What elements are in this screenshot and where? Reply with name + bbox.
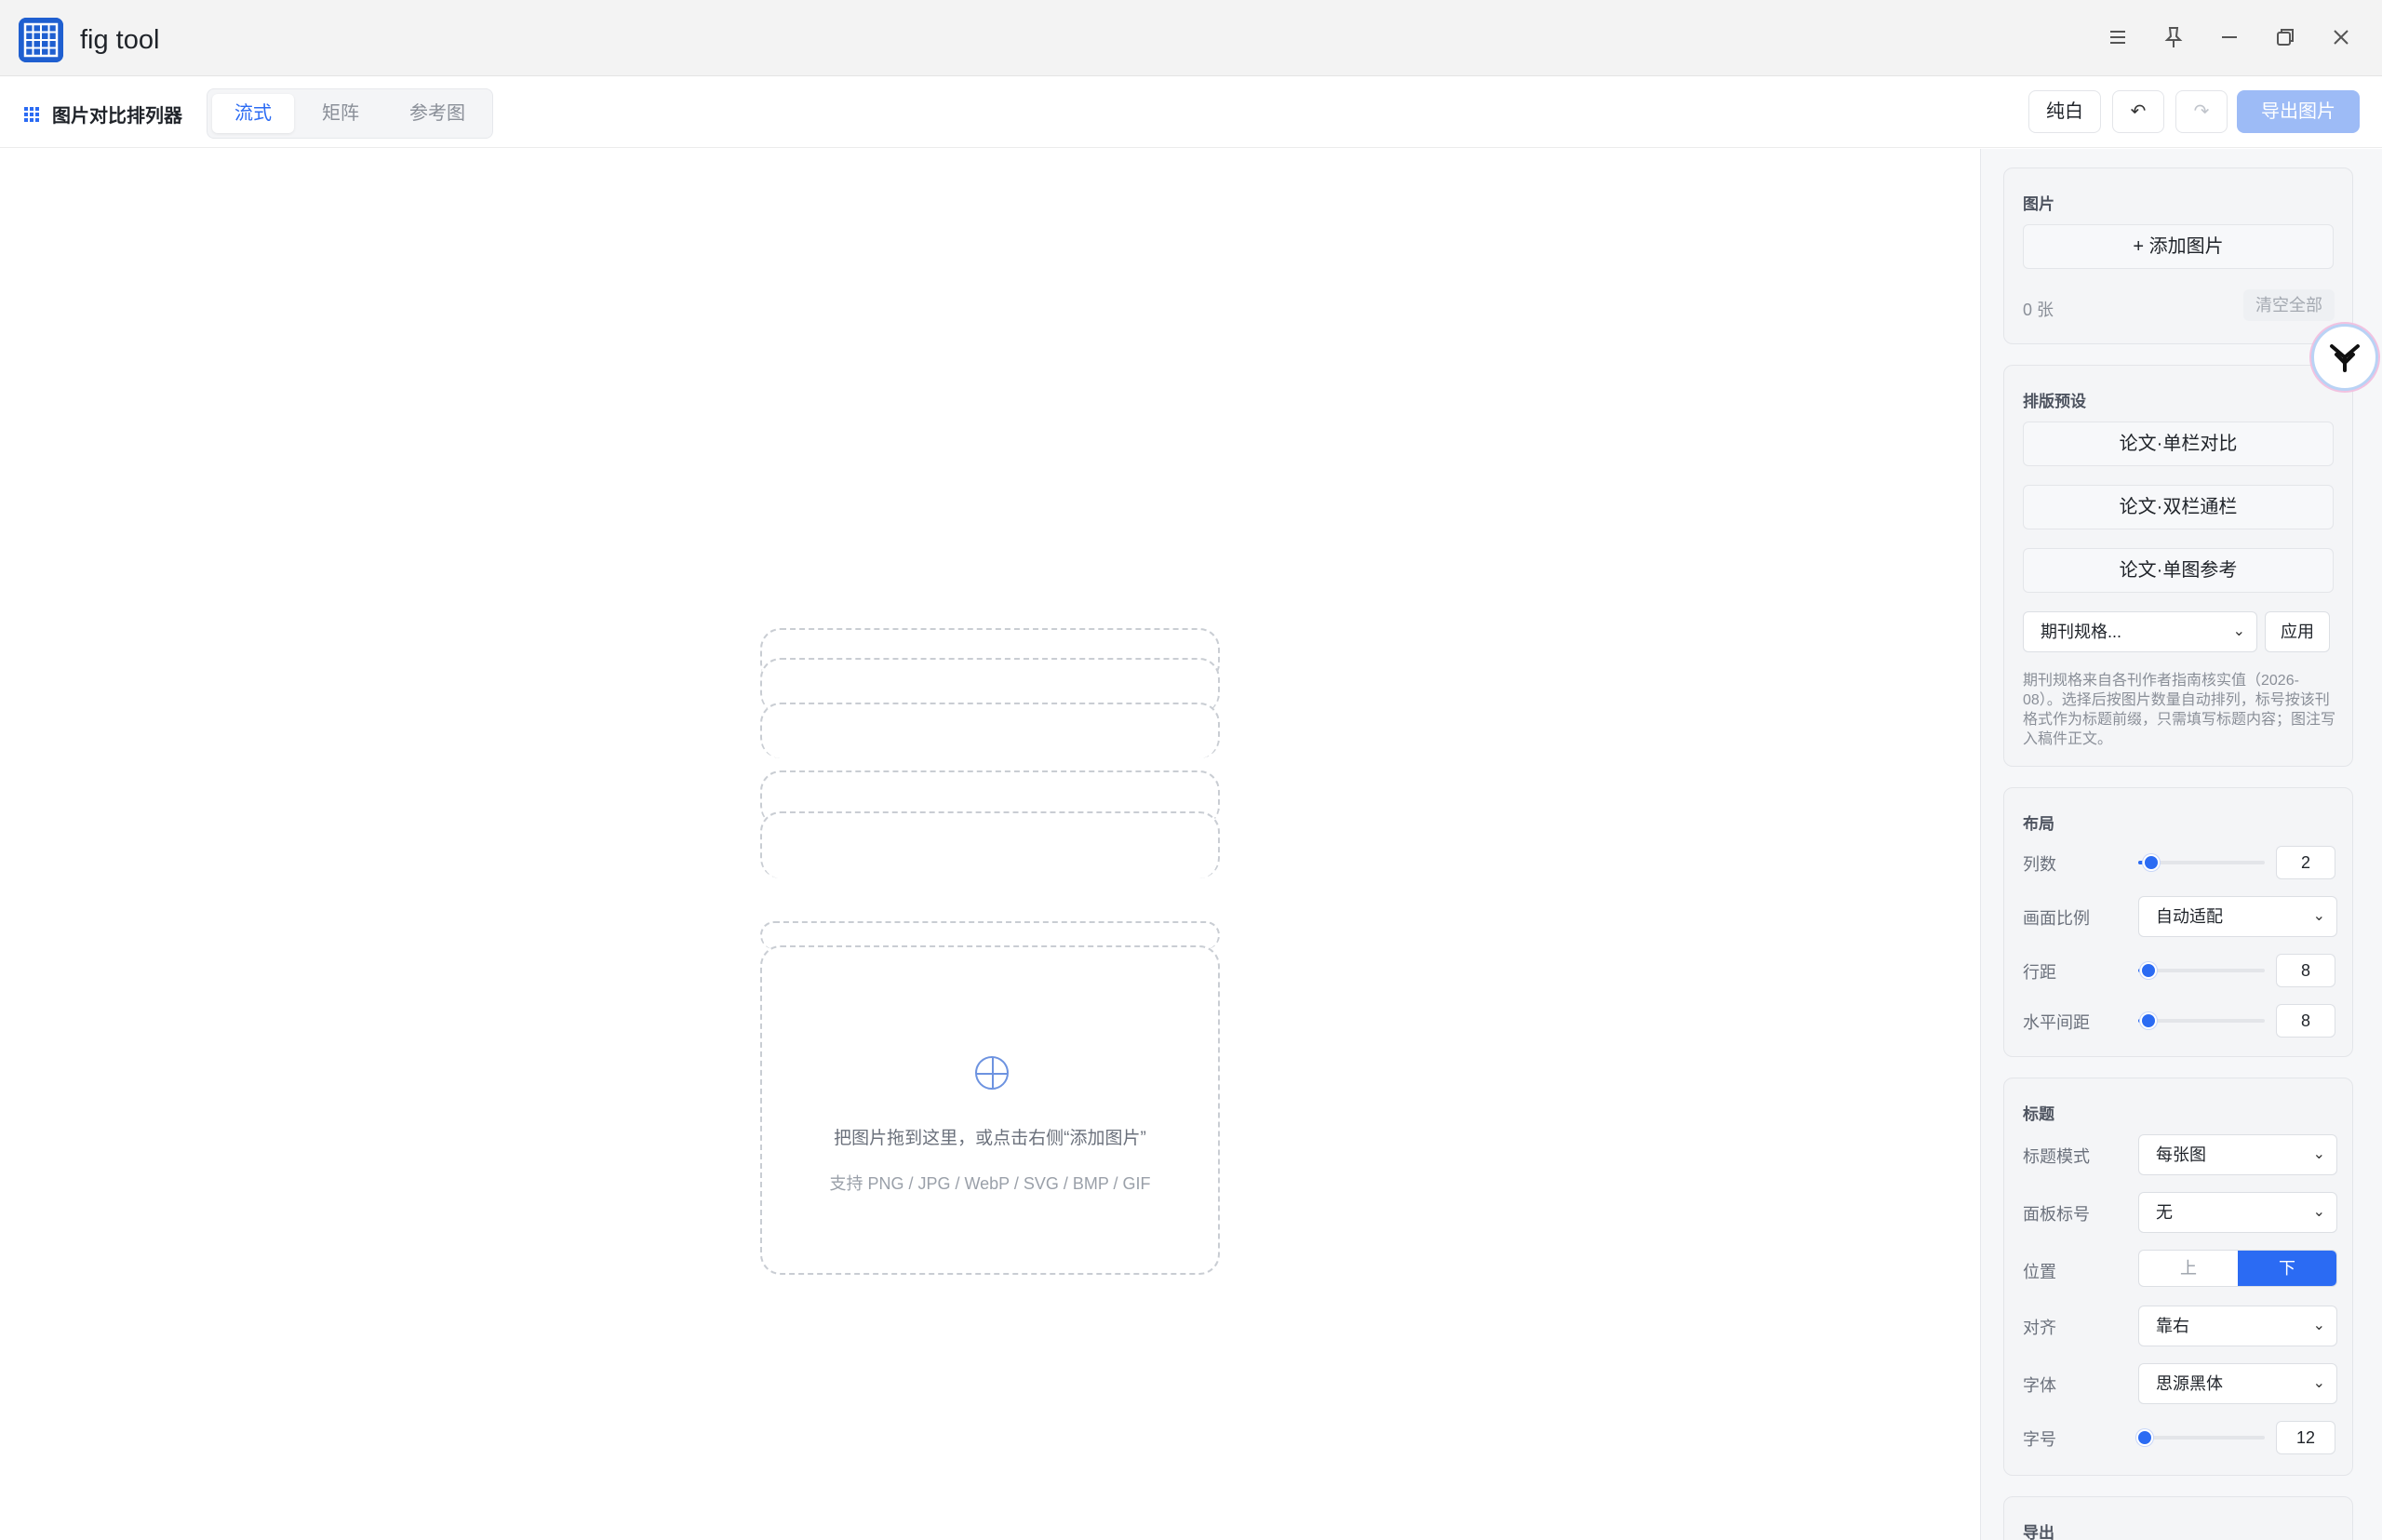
clear-all-button[interactable]: 清空全部	[2243, 289, 2335, 321]
position-bottom-option[interactable]: 下	[2238, 1251, 2336, 1286]
presets-title: 排版预设	[2023, 393, 2086, 410]
row-gap-input[interactable]: 8	[2276, 954, 2335, 987]
presets-card: 排版预设 论文·单栏对比 论文·双栏通栏 论文·单图参考 期刊规格... ⌄ 应…	[2003, 365, 2353, 767]
export-card: 导出	[2003, 1496, 2353, 1540]
chevron-down-icon: ⌄	[2312, 1318, 2325, 1333]
position-toggle: 上 下	[2138, 1250, 2337, 1287]
tab-reference[interactable]: 参考图	[387, 94, 488, 133]
caption-mode-label: 标题模式	[2023, 1147, 2090, 1166]
chevron-down-icon: ⌄	[2312, 908, 2325, 924]
add-image-button[interactable]: + 添加图片	[2023, 224, 2334, 269]
placeholder-frame	[760, 811, 1220, 878]
slider-thumb[interactable]	[2139, 962, 2157, 979]
font-select[interactable]: 思源黑体 ⌄	[2138, 1363, 2337, 1404]
font-label: 字体	[2023, 1376, 2056, 1395]
restore-icon[interactable]	[2268, 20, 2302, 54]
brand: 图片对比排列器	[24, 100, 182, 127]
app-logo-icon	[19, 18, 63, 62]
align-value: 靠右	[2156, 1317, 2189, 1335]
tab-flow[interactable]: 流式	[212, 94, 294, 133]
export-title: 导出	[2023, 1524, 2054, 1540]
chevron-down-icon: ⌄	[2232, 623, 2245, 639]
panel-label-value: 无	[2156, 1203, 2173, 1222]
background-white-button[interactable]: 纯白	[2028, 90, 2101, 133]
font-size-label: 字号	[2023, 1430, 2056, 1449]
images-title: 图片	[2023, 195, 2054, 213]
preset-single-reference-button[interactable]: 论文·单图参考	[2023, 548, 2334, 593]
column-gap-label: 水平间距	[2023, 1013, 2090, 1032]
assistant-floating-button[interactable]	[2311, 324, 2378, 391]
position-label: 位置	[2023, 1263, 2056, 1281]
columns-label: 列数	[2023, 855, 2056, 874]
brand-label: 图片对比排列器	[52, 106, 182, 127]
undo-button[interactable]: ↶	[2112, 90, 2164, 133]
columns-slider[interactable]	[2138, 854, 2265, 871]
journal-spec-note: 期刊规格来自各刊作者指南核实值（2026-08）。选择后按图片数量自动排列，标号…	[2023, 673, 2336, 747]
canvas: 把图片拖到这里，或点击右侧“添加图片” 支持 PNG / JPG / WebP …	[0, 149, 1980, 1540]
pin-icon[interactable]	[2157, 20, 2190, 54]
assistant-icon	[2330, 344, 2360, 372]
export-image-button[interactable]: 导出图片	[2237, 90, 2360, 133]
slider-thumb[interactable]	[2135, 1429, 2153, 1446]
title-bar: fig tool	[0, 0, 2382, 76]
mode-tabs: 流式 矩阵 参考图	[207, 88, 493, 139]
preset-double-column-button[interactable]: 论文·双栏通栏	[2023, 485, 2334, 529]
columns-input[interactable]: 2	[2276, 846, 2335, 879]
redo-icon: ↷	[2193, 101, 2210, 122]
journal-spec-select[interactable]: 期刊规格... ⌄	[2023, 611, 2257, 652]
column-gap-slider[interactable]	[2138, 1012, 2265, 1029]
aspect-ratio-label: 画面比例	[2023, 909, 2090, 928]
tab-matrix[interactable]: 矩阵	[300, 94, 381, 133]
placeholder-frame	[760, 703, 1220, 758]
caption-mode-value: 每张图	[2156, 1145, 2206, 1164]
panel-label-label: 面板标号	[2023, 1205, 2090, 1224]
column-gap-input[interactable]: 8	[2276, 1004, 2335, 1038]
font-value: 思源黑体	[2156, 1374, 2223, 1393]
caption-title: 标题	[2023, 1105, 2054, 1123]
menu-icon[interactable]	[2101, 20, 2134, 54]
images-card: 图片 + 添加图片 0 张 清空全部	[2003, 167, 2353, 344]
caption-mode-select[interactable]: 每张图 ⌄	[2138, 1134, 2337, 1175]
font-size-input[interactable]: 12	[2276, 1421, 2335, 1454]
grid-icon	[24, 106, 39, 122]
apply-button[interactable]: 应用	[2265, 611, 2330, 652]
layout-card: 布局 列数 2 画面比例 自动适配 ⌄ 行距 8 水平间距 8	[2003, 787, 2353, 1057]
font-size-slider[interactable]	[2135, 1429, 2265, 1446]
row-gap-slider[interactable]	[2138, 962, 2265, 979]
panel-label-select[interactable]: 无 ⌄	[2138, 1192, 2337, 1233]
journal-spec-value: 期刊规格...	[2041, 623, 2122, 641]
chevron-down-icon: ⌄	[2312, 1146, 2325, 1162]
supported-formats: 支持 PNG / JPG / WebP / SVG / BMP / GIF	[829, 1174, 1151, 1193]
drop-zone[interactable]: 把图片拖到这里，或点击右侧“添加图片” 支持 PNG / JPG / WebP …	[760, 945, 1220, 1275]
slider-thumb[interactable]	[2139, 1012, 2157, 1029]
aspect-ratio-select[interactable]: 自动适配 ⌄	[2138, 896, 2337, 937]
align-label: 对齐	[2023, 1319, 2056, 1337]
row-gap-label: 行距	[2023, 963, 2056, 982]
chevron-down-icon: ⌄	[2312, 1375, 2325, 1391]
layout-title: 布局	[2023, 815, 2054, 833]
image-count: 0 张	[2023, 301, 2054, 319]
slider-thumb[interactable]	[2142, 854, 2160, 871]
caption-card: 标题 标题模式 每张图 ⌄ 面板标号 无 ⌄ 位置 上 下 对齐 靠右 ⌄ 字体…	[2003, 1078, 2353, 1476]
close-icon[interactable]	[2324, 20, 2358, 54]
align-select[interactable]: 靠右 ⌄	[2138, 1306, 2337, 1346]
app-title: fig tool	[80, 25, 160, 55]
redo-button[interactable]: ↷	[2175, 90, 2228, 133]
minimize-icon[interactable]	[2213, 20, 2246, 54]
position-top-option[interactable]: 上	[2139, 1251, 2238, 1286]
add-circle-icon	[975, 1056, 1009, 1090]
toolbar: 图片对比排列器 流式 矩阵 参考图 纯白 ↶ ↷ 导出图片	[0, 77, 2382, 148]
chevron-down-icon: ⌄	[2312, 1204, 2325, 1220]
undo-icon: ↶	[2130, 101, 2147, 122]
drop-hint: 把图片拖到这里，或点击右侧“添加图片”	[834, 1129, 1146, 1148]
preset-single-column-button[interactable]: 论文·单栏对比	[2023, 422, 2334, 466]
aspect-ratio-value: 自动适配	[2156, 907, 2223, 926]
